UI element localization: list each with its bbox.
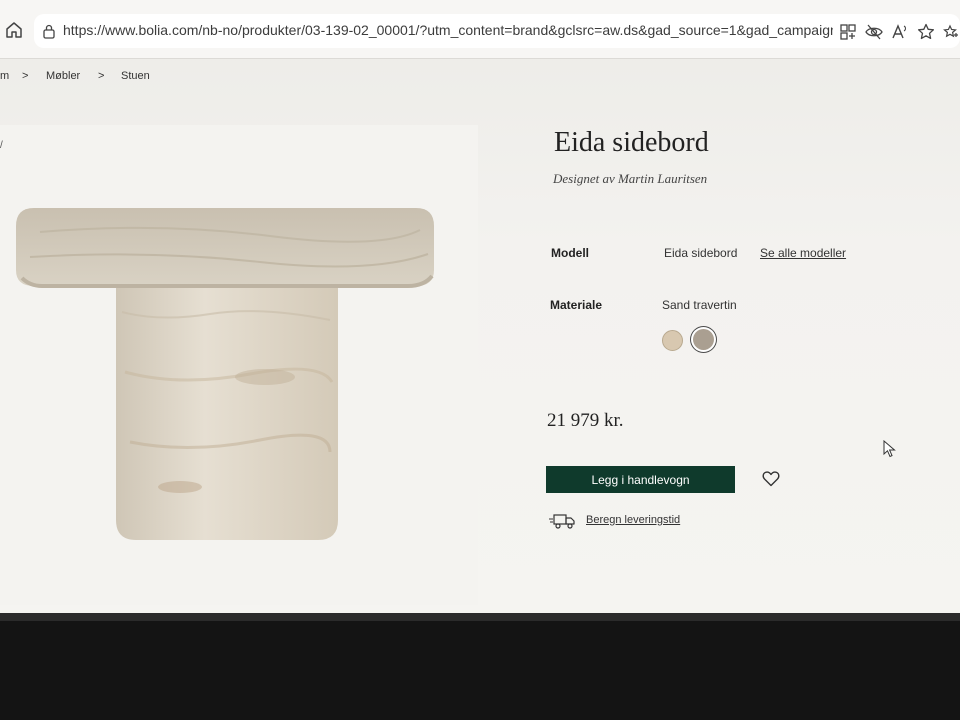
all-models-link[interactable]: Se alle modeller <box>760 246 846 260</box>
breadcrumb-item-mobler[interactable]: Møbler <box>46 70 80 82</box>
grid-icon[interactable] <box>839 23 857 41</box>
add-to-cart-button[interactable]: Legg i handlevogn <box>546 466 735 493</box>
url-text[interactable]: https://www.bolia.com/nb-no/produkter/03… <box>63 22 833 38</box>
product-image[interactable] <box>10 202 440 547</box>
browser-toolbar: https://www.bolia.com/nb-no/produkter/03… <box>0 0 960 59</box>
model-label: Modell <box>551 246 589 260</box>
read-aloud-icon[interactable] <box>891 23 909 41</box>
monitor-bezel-edge <box>0 613 960 621</box>
model-value: Eida sidebord <box>664 246 738 260</box>
browser-window: https://www.bolia.com/nb-no/produkter/03… <box>0 0 960 615</box>
truck-icon <box>549 514 575 529</box>
material-value: Sand travertin <box>662 298 737 312</box>
monitor-bezel <box>0 621 960 720</box>
product-title: Eida sidebord <box>554 127 709 158</box>
heart-icon[interactable] <box>762 470 780 487</box>
lock-icon[interactable] <box>42 23 56 39</box>
mouse-cursor-icon <box>883 440 896 458</box>
material-label: Materiale <box>550 298 603 312</box>
delivery-time-link[interactable]: Beregn leveringstid <box>586 514 680 526</box>
image-panel-mark: / <box>0 140 3 151</box>
breadcrumb-separator: > <box>98 70 105 82</box>
breadcrumb-separator: > <box>22 70 29 82</box>
tracking-prevention-icon[interactable] <box>865 23 883 41</box>
address-bar[interactable]: https://www.bolia.com/nb-no/produkter/03… <box>34 14 960 48</box>
home-icon[interactable] <box>4 20 24 40</box>
breadcrumb-item-home[interactable]: m <box>0 70 9 82</box>
product-designer: Designet av Martin Lauritsen <box>553 171 708 186</box>
breadcrumb-item-stuen[interactable]: Stuen <box>121 70 150 82</box>
collections-icon[interactable] <box>941 23 959 41</box>
material-swatch-selected[interactable] <box>693 329 714 350</box>
product-price: 21 979 kr. <box>547 410 624 431</box>
material-swatch-sand[interactable] <box>662 330 683 351</box>
favorite-star-icon[interactable] <box>917 23 935 41</box>
